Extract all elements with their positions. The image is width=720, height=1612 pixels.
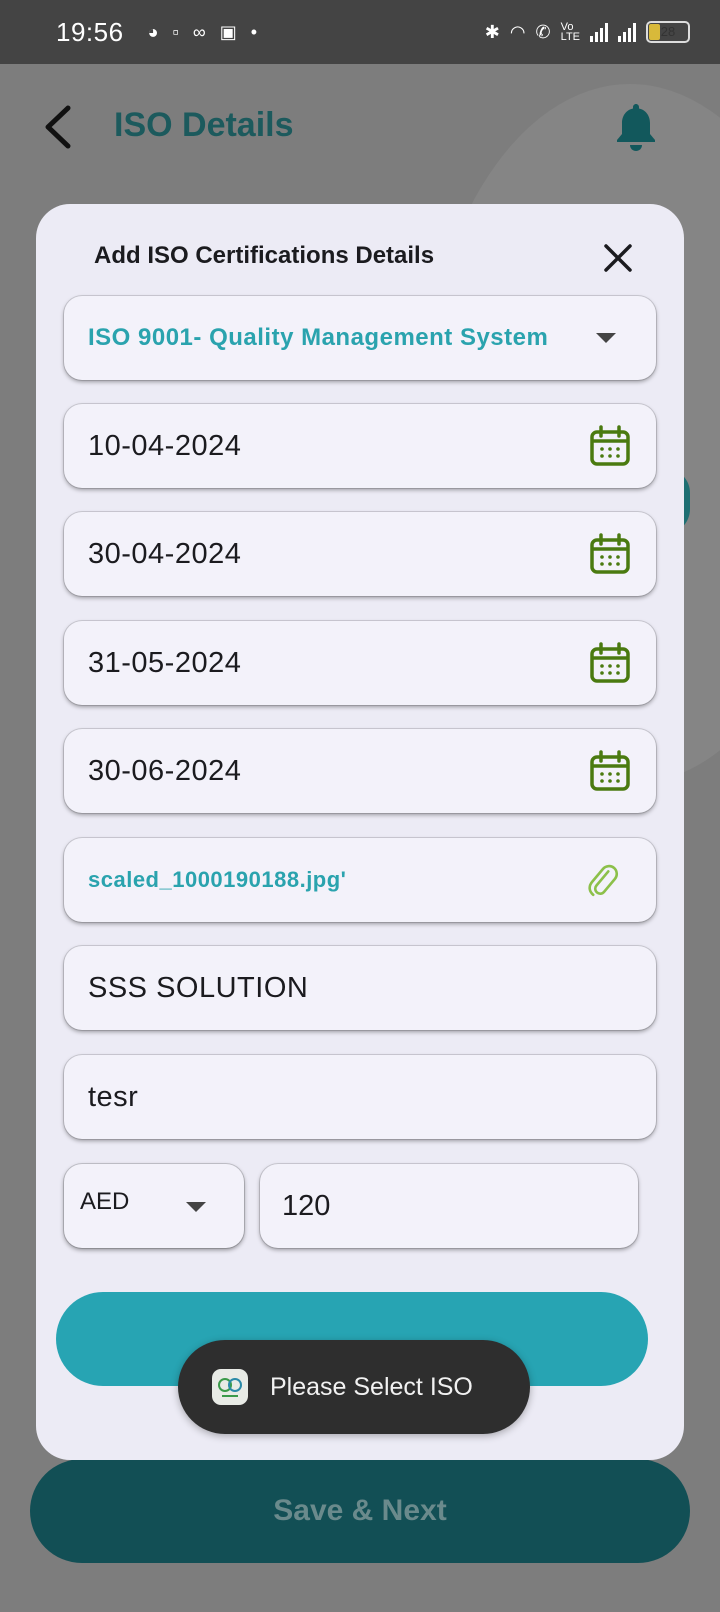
- volte-icon: Vo LTE: [560, 21, 580, 43]
- currency-select[interactable]: AED: [64, 1164, 244, 1248]
- battery-icon: 28: [646, 21, 690, 43]
- more-dot-icon: •: [250, 21, 258, 42]
- amount-value: 120: [282, 1189, 331, 1222]
- calendar-icon[interactable]: [588, 641, 632, 685]
- date-value-3: 31-05-2024: [88, 646, 242, 679]
- signal-2-icon: [618, 22, 636, 42]
- wifi-call-icon: ✆: [535, 21, 551, 42]
- system-icons: ✱ ◠ ✆ Vo LTE 28: [485, 21, 690, 43]
- bell-icon[interactable]: [612, 100, 660, 152]
- chevron-down-icon: [596, 333, 616, 343]
- amount-field[interactable]: 120: [260, 1164, 638, 1248]
- date-value-4: 30-06-2024: [88, 754, 242, 787]
- app-logo-mark: [218, 1378, 242, 1397]
- company-name-field[interactable]: SSS SOLUTION: [64, 946, 656, 1030]
- media-app-icon: ▣: [219, 21, 237, 42]
- bluetooth-icon: ✱: [484, 21, 500, 42]
- date-value-2: 30-04-2024: [88, 537, 242, 570]
- calendar-icon[interactable]: [588, 532, 632, 576]
- back-arrow-icon[interactable]: [40, 102, 80, 152]
- calendar-icon[interactable]: [588, 749, 632, 793]
- status-time: 19:56: [56, 16, 124, 47]
- close-icon[interactable]: [602, 242, 634, 274]
- page-title: ISO Details: [114, 106, 294, 144]
- attachment-field[interactable]: scaled_1000190188.jpg': [64, 838, 656, 922]
- chevron-down-icon: [186, 1202, 206, 1212]
- attachment-filename: scaled_1000190188.jpg': [88, 867, 347, 892]
- remarks-value: tesr: [88, 1080, 139, 1113]
- app-logo-icon: [212, 1369, 248, 1405]
- toast-text: Please Select ISO: [270, 1372, 473, 1401]
- signal-1-icon: [590, 22, 608, 42]
- iso-standard-value: ISO 9001- Quality Management System: [88, 324, 549, 351]
- notification-icons: ◕ ▫ ∞ ▣ •: [148, 22, 257, 43]
- date-field-3[interactable]: 31-05-2024: [64, 621, 656, 705]
- dialog-title: Add ISO Certifications Details: [94, 242, 435, 269]
- add-iso-dialog: Add ISO Certifications Details ISO 9001-…: [36, 204, 684, 1460]
- glasses-icon: ∞: [192, 21, 206, 42]
- iso-standard-select[interactable]: ISO 9001- Quality Management System: [64, 296, 656, 380]
- company-name-value: SSS SOLUTION: [88, 971, 309, 1004]
- paperclip-icon[interactable]: [584, 862, 620, 898]
- calendar-icon[interactable]: [588, 424, 632, 468]
- battery-level: 28: [660, 24, 676, 39]
- currency-value: AED: [80, 1188, 130, 1215]
- date-field-1[interactable]: 10-04-2024: [64, 404, 656, 488]
- remarks-field[interactable]: tesr: [64, 1055, 656, 1139]
- wifi-icon: ◠: [509, 21, 526, 42]
- app-notification-icon: ◕: [147, 21, 159, 42]
- toast-message: Please Select ISO: [178, 1340, 530, 1434]
- date-value-1: 10-04-2024: [88, 429, 242, 462]
- date-field-4[interactable]: 30-06-2024: [64, 729, 656, 813]
- lock-notification-icon: ▫: [172, 21, 179, 42]
- date-field-2[interactable]: 30-04-2024: [64, 512, 656, 596]
- status-bar: 19:56 ◕ ▫ ∞ ▣ • ✱ ◠ ✆ Vo LTE 28: [0, 0, 720, 64]
- save-next-button[interactable]: Save & Next: [30, 1459, 690, 1563]
